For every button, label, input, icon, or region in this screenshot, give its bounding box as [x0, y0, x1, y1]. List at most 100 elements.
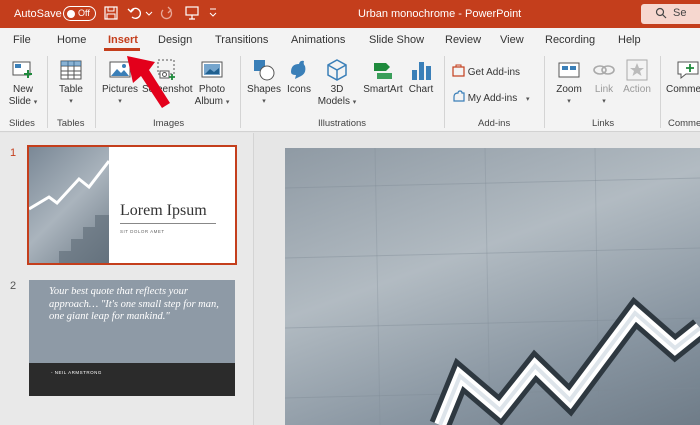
chevron-down-icon: ▾	[526, 96, 530, 103]
slide-number: 2	[10, 280, 17, 292]
undo-icon[interactable]	[127, 5, 145, 23]
3d-models-label-2: Models	[317, 96, 350, 107]
slide-editor[interactable]	[285, 148, 700, 425]
autosave-toggle[interactable]: Off	[63, 6, 96, 21]
new-slide-label-2: Slide	[8, 96, 31, 107]
action-button[interactable]: Action	[621, 58, 653, 96]
tab-view[interactable]: View	[500, 34, 524, 46]
comment-label: Comme	[666, 84, 700, 95]
group-label-comments: Comme	[668, 118, 700, 129]
group-label-illustrations: Illustrations	[318, 118, 367, 129]
tab-recording[interactable]: Recording	[545, 34, 595, 46]
author-band	[29, 363, 235, 396]
shapes-button[interactable]: Shapes ▾	[246, 58, 282, 108]
chevron-down-icon: ▾	[352, 99, 357, 106]
pictures-icon	[109, 61, 131, 78]
slide-2-author: - NEIL ARMSTRONG	[51, 370, 102, 375]
addins-icon	[453, 90, 465, 102]
autosave-state: Off	[78, 8, 90, 18]
present-icon[interactable]	[184, 5, 202, 23]
tab-insert[interactable]: Insert	[108, 34, 138, 46]
pictures-button[interactable]: Pictures ▾	[100, 58, 140, 108]
group-label-slides: Slides	[9, 118, 35, 129]
toggle-knob	[67, 9, 75, 18]
undo-dropdown-icon[interactable]	[145, 5, 153, 23]
photo-album-label-2: Album	[194, 96, 224, 107]
photo-album-label-1: Photo	[198, 84, 226, 95]
photo-album-icon	[201, 61, 223, 78]
shapes-label: Shapes	[247, 84, 281, 95]
store-icon	[452, 64, 465, 77]
action-label: Action	[623, 84, 651, 95]
zoom-label: Zoom	[556, 84, 582, 95]
slide-thumbnail-image	[29, 147, 111, 263]
my-addins-button[interactable]: My Add-ins ▾	[452, 90, 530, 106]
search-icon	[655, 7, 667, 22]
group-separator	[240, 56, 241, 128]
chevron-down-icon: ▾	[69, 98, 73, 105]
chevron-down-icon: ▾	[262, 98, 266, 105]
slide-thumbnail-2[interactable]: Your best quote that reflects your appro…	[29, 280, 235, 396]
group-label-tables: Tables	[57, 118, 85, 129]
tab-slide-show[interactable]: Slide Show	[369, 34, 424, 46]
3d-models-label-1: 3D	[330, 84, 344, 95]
comment-icon	[677, 61, 699, 80]
active-tab-indicator	[104, 48, 140, 51]
redo-icon[interactable]	[159, 5, 177, 23]
zoom-button[interactable]: Zoom ▾	[552, 58, 586, 108]
group-separator	[47, 56, 48, 128]
icons-label: Icons	[287, 84, 311, 95]
chart-button[interactable]: Chart	[406, 58, 436, 96]
group-separator	[95, 56, 96, 128]
smartart-button[interactable]: SmartArt	[360, 58, 406, 96]
tab-review[interactable]: Review	[445, 34, 481, 46]
tab-design[interactable]: Design	[158, 34, 192, 46]
3d-models-button[interactable]: 3D Models ▾	[316, 58, 358, 109]
chevron-down-icon: ▾	[118, 98, 122, 105]
screenshot-button[interactable]: Screenshot ▾	[142, 58, 193, 108]
document-title: Urban monochrome - PowerPoint	[358, 8, 522, 20]
group-label-links: Links	[592, 118, 615, 129]
tab-help[interactable]: Help	[618, 34, 641, 46]
table-icon	[60, 60, 82, 80]
chevron-down-icon: ▾	[567, 98, 571, 105]
cube-icon	[327, 59, 347, 81]
chevron-down-icon: ▾	[33, 99, 38, 106]
link-button[interactable]: Link ▾	[589, 58, 619, 108]
slide-thumbnail-1[interactable]: Lorem Ipsum SIT DOLOR AMET	[27, 145, 237, 265]
get-addins-button[interactable]: Get Add-ins	[452, 64, 520, 80]
customize-qat-icon[interactable]	[208, 5, 226, 23]
chevron-down-icon: ▾	[164, 98, 168, 105]
link-label: Link	[594, 84, 614, 95]
new-slide-label-1: New	[12, 84, 33, 95]
screenshot-label: Screenshot	[142, 84, 193, 95]
table-label: Table	[59, 84, 83, 95]
pictures-label: Pictures	[101, 84, 139, 95]
group-separator	[660, 56, 661, 128]
tab-home[interactable]: Home	[57, 34, 86, 46]
save-icon[interactable]	[103, 5, 121, 23]
photo-album-button[interactable]: Photo Album ▾	[192, 58, 232, 109]
link-icon	[593, 65, 615, 75]
slide-1-subtitle: SIT DOLOR AMET	[120, 229, 165, 234]
comment-button[interactable]: Comme	[666, 58, 700, 96]
search-box[interactable]: Se	[641, 4, 700, 24]
table-button[interactable]: Table ▾	[54, 58, 88, 108]
get-addins-label: Get Add-ins	[467, 67, 521, 78]
smartart-icon	[374, 63, 392, 79]
group-label-addins: Add-ins	[478, 118, 511, 129]
group-separator	[544, 56, 545, 128]
group-separator	[444, 56, 445, 128]
stairs-arrow-graphic	[29, 160, 111, 263]
screenshot-icon	[157, 59, 175, 80]
smartart-label: SmartArt	[363, 84, 403, 95]
tab-animations[interactable]: Animations	[291, 34, 345, 46]
chevron-down-icon: ▾	[602, 98, 606, 105]
chevron-down-icon: ▾	[225, 99, 230, 106]
icons-button[interactable]: Icons	[284, 58, 314, 96]
tab-file[interactable]: File	[13, 34, 31, 46]
slide-background-graphic	[285, 148, 700, 425]
new-slide-button[interactable]: New Slide ▾	[8, 58, 38, 109]
tab-transitions[interactable]: Transitions	[215, 34, 268, 46]
title-bar: AutoSave Off Urban monochrome - PowerPoi…	[0, 0, 700, 28]
